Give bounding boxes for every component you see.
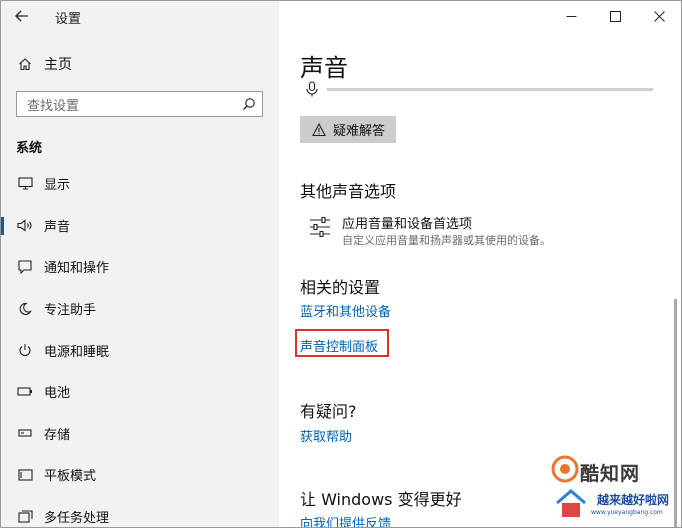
search-input[interactable]: 查找设置 [16,91,263,117]
home-label: 主页 [44,57,72,73]
search-placeholder: 查找设置 [27,98,80,114]
maximize-icon [609,10,621,22]
app-volume-device-preferences[interactable]: 应用音量和设备首选项 自定义应用音量和扬声器或其使用的设备。 [309,211,659,247]
tablet-icon [17,467,33,483]
moon-icon [17,301,33,317]
main-content: 声音 疑难解答 其他声音选项 应用音量和设备首选项 自定义应用音量和扬声器或其使… [279,1,681,527]
sidebar-item-label: 平板模式 [44,469,97,485]
sidebar-item-notifications[interactable]: 通知和操作 [1,246,279,288]
sidebar-item-tablet-mode[interactable]: 平板模式 [1,454,279,496]
minimize-icon [566,15,576,17]
storage-icon [17,425,33,441]
notification-icon [17,259,33,275]
volume-level-bar [327,88,653,91]
sidebar-item-label: 电池 [44,386,71,402]
home-nav-item[interactable]: 主页 [1,49,279,79]
sidebar-item-label: 电源和睡眠 [44,344,110,360]
section-title: 系统 [16,141,43,156]
home-icon [19,58,31,71]
option-title: 应用音量和设备首选项 [342,217,473,232]
window-controls [549,1,681,31]
troubleshoot-button[interactable]: 疑难解答 [300,116,396,143]
power-icon [17,342,33,358]
option-description: 自定义应用音量和扬声器或其使用的设备。 [342,234,551,247]
speaker-icon [17,217,33,233]
search-icon[interactable] [236,92,262,116]
get-help-link[interactable]: 获取帮助 [300,426,352,445]
input-volume-meter [305,81,653,97]
back-button[interactable] [9,4,35,28]
give-feedback-link[interactable]: 向我们提供反馈 [300,513,391,527]
sidebar-item-power-sleep[interactable]: 电源和睡眠 [1,329,279,371]
minimize-button[interactable] [549,1,593,31]
sidebar-item-label: 专注助手 [44,303,97,319]
sidebar-item-storage[interactable]: 存储 [1,413,279,455]
sliders-icon [310,216,330,238]
close-button[interactable] [637,1,681,31]
monitor-icon [17,176,33,192]
multitask-icon [17,509,33,525]
warning-icon [312,122,326,136]
improve-windows-header: 让 Windows 变得更好 [300,490,462,509]
microphone-icon [306,81,318,97]
app-title: 设置 [55,12,82,27]
page-title: 声音 [300,54,348,82]
sidebar: 设置 主页 查找设置 系统 显示 声音 通知和操作 专注助手 电源和睡眠 电池 … [1,1,279,527]
sidebar-item-label: 存储 [44,427,71,443]
related-settings-header: 相关的设置 [300,278,381,297]
sidebar-item-label: 通知和操作 [44,261,110,277]
sidebar-item-sound[interactable]: 声音 [1,205,279,247]
sidebar-item-multitasking[interactable]: 多任务处理 [1,496,279,527]
settings-window: 设置 主页 查找设置 系统 显示 声音 通知和操作 专注助手 电源和睡眠 电池 … [0,0,682,528]
sidebar-item-display[interactable]: 显示 [1,163,279,205]
questions-header: 有疑问? [300,402,357,421]
sidebar-item-battery[interactable]: 电池 [1,371,279,413]
close-icon [653,10,665,22]
sidebar-item-label: 声音 [44,219,71,235]
sound-control-panel-link[interactable]: 声音控制面板 [300,336,378,355]
back-arrow-icon [15,10,28,22]
sidebar-item-label: 显示 [44,178,71,194]
sidebar-item-focus-assist[interactable]: 专注助手 [1,288,279,330]
battery-icon [17,384,33,400]
troubleshoot-label: 疑难解答 [333,124,386,139]
sidebar-item-label: 多任务处理 [44,511,110,527]
scrollbar[interactable] [674,299,677,527]
other-sound-options-header: 其他声音选项 [300,182,397,201]
nav-list: 显示 声音 通知和操作 专注助手 电源和睡眠 电池 存储 平板模式 多任务处理 [1,163,279,527]
title-bar: 设置 [1,1,279,31]
maximize-button[interactable] [593,1,637,31]
bluetooth-devices-link[interactable]: 蓝牙和其他设备 [300,301,391,320]
